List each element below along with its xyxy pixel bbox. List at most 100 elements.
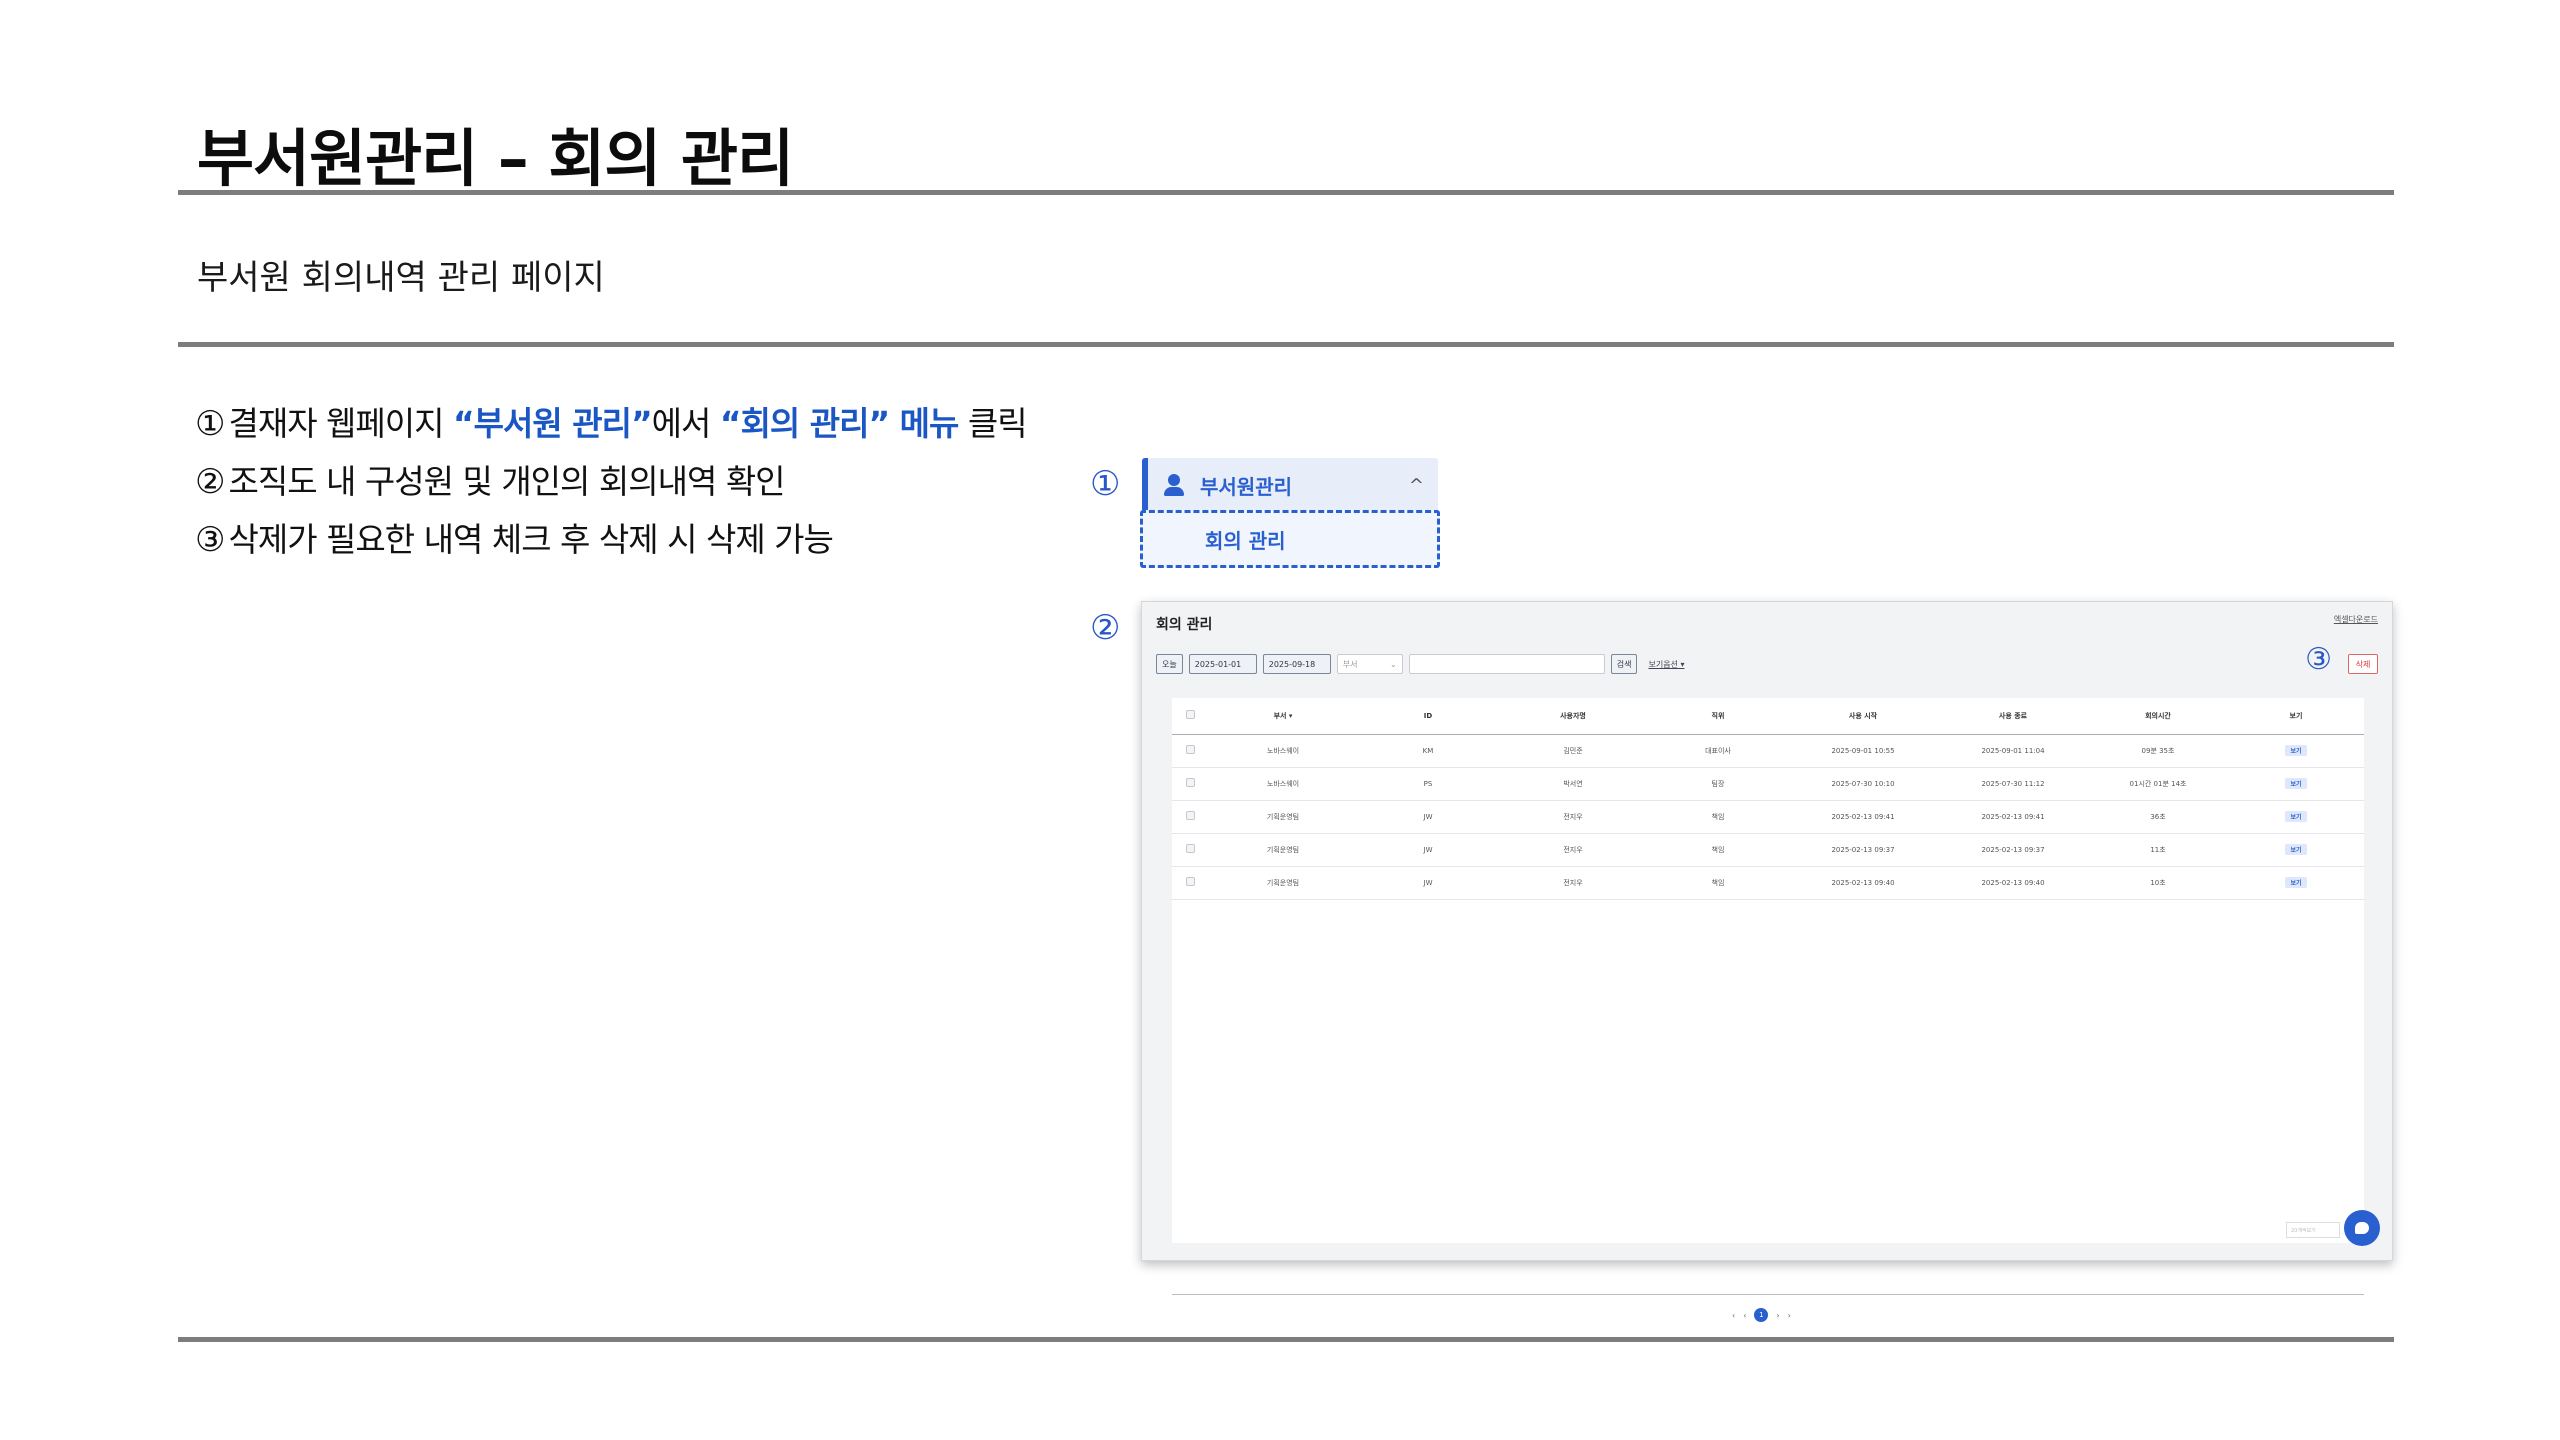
current-page-button[interactable]: 1 bbox=[1754, 1308, 1769, 1322]
cell-start: 2025-02-13 09:37 bbox=[1788, 833, 1938, 867]
cell-id: JW bbox=[1358, 800, 1498, 834]
bottom-divider bbox=[178, 1337, 2394, 1342]
table-row[interactable]: 기획운영팀 JW 전지우 책임 2025-02-13 09:40 2025-02-13 0… bbox=[1172, 866, 2364, 900]
table-row[interactable]: 노바스웨이 KM 김민준 대표이사 2025-09-01 10:55 2025-09-01… bbox=[1172, 734, 2364, 768]
cell-end: 2025-02-13 09:37 bbox=[1938, 833, 2088, 867]
step-1: ① 결재자 웹페이지 “부서원 관리”에서 “회의 관리” 메뉴 클릭 bbox=[195, 404, 1028, 444]
cell-pos: 책임 bbox=[1648, 866, 1788, 900]
marker-2: ② bbox=[1090, 608, 1121, 648]
view-button[interactable]: 보기 bbox=[2285, 811, 2307, 822]
sidebar-menu-department-members[interactable]: 부서원관리 ^ bbox=[1142, 458, 1438, 512]
row-checkbox[interactable] bbox=[1172, 833, 1208, 867]
column-header[interactable]: 부서 ▾ bbox=[1208, 698, 1358, 735]
cell-dur: 10초 bbox=[2088, 866, 2228, 900]
view-button[interactable]: 보기 bbox=[2285, 778, 2307, 789]
cell-id: KM bbox=[1358, 734, 1498, 768]
select-all-checkbox[interactable] bbox=[1172, 698, 1208, 735]
cell-dept: 노바스웨이 bbox=[1208, 767, 1358, 801]
next-page-button[interactable]: › bbox=[1776, 1311, 1779, 1320]
column-header: 사용 시작 bbox=[1788, 698, 1938, 735]
cell-dept: 노바스웨이 bbox=[1208, 734, 1358, 768]
cell-dur: 11초 bbox=[2088, 833, 2228, 867]
column-header: ID bbox=[1358, 698, 1498, 735]
column-header: 직위 bbox=[1648, 698, 1788, 735]
cell-id: JW bbox=[1358, 833, 1498, 867]
cell-end: 2025-09-01 11:04 bbox=[1938, 734, 2088, 768]
delete-button[interactable]: 삭제 bbox=[2348, 654, 2378, 674]
cell-name: 박서연 bbox=[1498, 767, 1648, 801]
submenu-label: 회의 관리 bbox=[1205, 528, 1286, 553]
start-date-input[interactable]: 2025-01-01 bbox=[1188, 654, 1257, 674]
page-title: 부서원관리 – 회의 관리 bbox=[197, 122, 794, 195]
first-page-button[interactable]: ‹ bbox=[1732, 1311, 1735, 1320]
table-header-row: 부서 ▾ ID 사용자명 직위 사용 시작 사용 종료 회의시간 보기 bbox=[1172, 698, 2364, 735]
cell-end: 2025-02-13 09:40 bbox=[1938, 866, 2088, 900]
step-3: ③ 삭제가 필요한 내역 체크 후 삭제 시 삭제 가능 bbox=[195, 520, 834, 560]
title-divider bbox=[178, 190, 2394, 195]
cell-dept: 기획운영팀 bbox=[1208, 800, 1358, 834]
column-header: 보기 bbox=[2228, 698, 2364, 735]
end-date-input[interactable]: 2025-09-18 bbox=[1262, 654, 1331, 674]
page-size-select[interactable]: 20개씩보기 bbox=[2286, 1222, 2340, 1238]
meeting-table: 부서 ▾ ID 사용자명 직위 사용 시작 사용 종료 회의시간 보기 노바스웨… bbox=[1172, 698, 2364, 900]
view-button[interactable]: 보기 bbox=[2285, 877, 2307, 888]
cell-dept: 기획운영팀 bbox=[1208, 833, 1358, 867]
column-header: 회의시간 bbox=[2088, 698, 2228, 735]
cell-dur: 09분 35초 bbox=[2088, 734, 2228, 768]
table-footer-divider bbox=[1172, 1294, 2364, 1295]
search-input[interactable] bbox=[1408, 654, 1605, 674]
cell-start: 2025-02-13 09:40 bbox=[1788, 866, 1938, 900]
view-button[interactable]: 보기 bbox=[2285, 745, 2307, 756]
table-row[interactable]: 기획운영팀 JW 전지우 책임 2025-02-13 09:41 2025-02-13 0… bbox=[1172, 800, 2364, 834]
pagination: ‹ ‹ 1 › › bbox=[1732, 1308, 1791, 1322]
step-list: ① 결재자 웹페이지 “부서원 관리”에서 “회의 관리” 메뉴 클릭 ② 조직도 … bbox=[195, 395, 1028, 569]
cell-pos: 대표이사 bbox=[1648, 734, 1788, 768]
cell-name: 김민준 bbox=[1498, 734, 1648, 768]
row-checkbox[interactable] bbox=[1172, 767, 1208, 801]
submenu-meeting-management[interactable]: 회의 관리 bbox=[1140, 510, 1440, 568]
row-checkbox[interactable] bbox=[1172, 866, 1208, 900]
cell-id: PS bbox=[1358, 767, 1498, 801]
cell-name: 전지우 bbox=[1498, 866, 1648, 900]
chevron-down-icon: ⌄ bbox=[1390, 659, 1397, 669]
cell-dur: 01시간 01분 14초 bbox=[2088, 767, 2228, 801]
cell-dur: 36초 bbox=[2088, 800, 2228, 834]
toolbar: 오늘 2025-01-01 2025-09-18 부서 ⌄ 검색 보기옵션 ▾ bbox=[1156, 654, 1689, 674]
search-button[interactable]: 검색 bbox=[1610, 654, 1638, 674]
column-header: 사용자명 bbox=[1498, 698, 1648, 735]
row-checkbox[interactable] bbox=[1172, 734, 1208, 768]
cell-end: 2025-07-30 11:12 bbox=[1938, 767, 2088, 801]
meeting-table-container: 부서 ▾ ID 사용자명 직위 사용 시작 사용 종료 회의시간 보기 노바스웨… bbox=[1172, 698, 2364, 1322]
view-options-button[interactable]: 보기옵션 ▾ bbox=[1643, 654, 1689, 674]
last-page-button[interactable]: › bbox=[1788, 1311, 1791, 1320]
cell-start: 2025-09-01 10:55 bbox=[1788, 734, 1938, 768]
chat-icon[interactable] bbox=[2344, 1210, 2380, 1246]
app-screenshot-panel: 회의 관리 엑셀다운로드 오늘 2025-01-01 2025-09-18 부서… bbox=[1141, 601, 2393, 1322]
column-header: 사용 종료 bbox=[1938, 698, 2088, 735]
cell-name: 전지우 bbox=[1498, 833, 1648, 867]
cell-end: 2025-02-13 09:41 bbox=[1938, 800, 2088, 834]
page-subtitle: 부서원 회의내역 관리 페이지 bbox=[197, 258, 605, 298]
help-link[interactable]: 엑셀다운로드 bbox=[2334, 614, 2378, 625]
row-checkbox[interactable] bbox=[1172, 800, 1208, 834]
cell-dept: 기획운영팀 bbox=[1208, 866, 1358, 900]
marker-1: ① bbox=[1090, 464, 1121, 504]
prev-page-button[interactable]: ‹ bbox=[1743, 1311, 1746, 1320]
today-button[interactable]: 오늘 bbox=[1156, 654, 1183, 674]
cell-start: 2025-02-13 09:41 bbox=[1788, 800, 1938, 834]
cell-pos: 책임 bbox=[1648, 833, 1788, 867]
step-2: ② 조직도 내 구성원 및 개인의 회의내역 확인 bbox=[195, 462, 786, 502]
cell-start: 2025-07-30 10:10 bbox=[1788, 767, 1938, 801]
view-button[interactable]: 보기 bbox=[2285, 844, 2307, 855]
cell-pos: 팀장 bbox=[1648, 767, 1788, 801]
subtitle-divider bbox=[178, 342, 2394, 347]
cell-id: JW bbox=[1358, 866, 1498, 900]
cell-pos: 책임 bbox=[1648, 800, 1788, 834]
app-title: 회의 관리 bbox=[1156, 617, 1213, 633]
person-icon bbox=[1162, 473, 1186, 497]
table-row[interactable]: 노바스웨이 PS 박서연 팀장 2025-07-30 10:10 2025-07-30 1… bbox=[1172, 767, 2364, 801]
chevron-up-icon: ^ bbox=[1408, 474, 1424, 496]
department-select[interactable]: 부서 ⌄ bbox=[1336, 654, 1403, 674]
cell-name: 전지우 bbox=[1498, 800, 1648, 834]
table-row[interactable]: 기획운영팀 JW 전지우 책임 2025-02-13 09:37 2025-02-13 0… bbox=[1172, 833, 2364, 867]
